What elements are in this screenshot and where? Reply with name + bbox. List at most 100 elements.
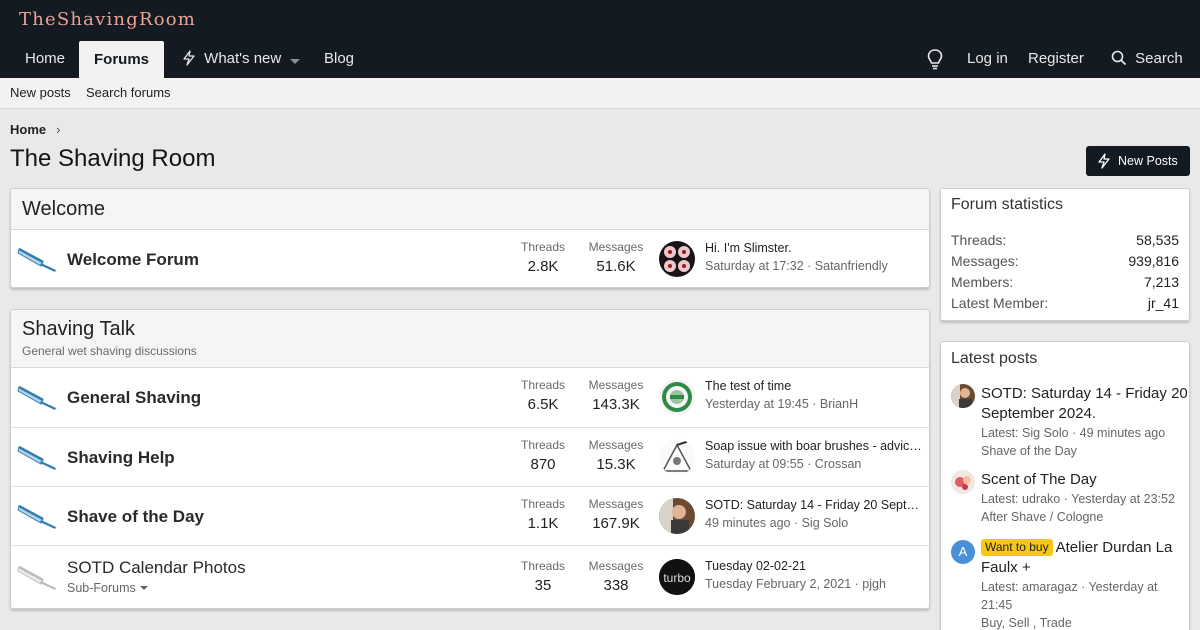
avatar[interactable] [951, 384, 975, 408]
last-post-time[interactable]: Tuesday February 2, 2021 [705, 577, 851, 591]
forum-title[interactable]: Shaving Help [67, 448, 175, 468]
last-post-time[interactable]: Yesterday at 19:45 [705, 397, 809, 411]
last-post-meta: 49 minutes ago · Sig Solo [705, 516, 849, 530]
latest-post-title[interactable]: Want to buy Atelier Durdan La Faulx + [981, 538, 1189, 578]
avatar[interactable] [659, 379, 695, 415]
latest-member-link[interactable]: jr_41 [1148, 295, 1179, 311]
category-title[interactable]: Welcome [22, 198, 105, 221]
bolt-icon [1098, 153, 1110, 169]
latest-post-forum[interactable]: Shave of the Day [981, 442, 1077, 460]
razor-icon [17, 445, 56, 470]
avatar[interactable]: A [951, 540, 975, 564]
new-posts-button-label: New Posts [1118, 154, 1178, 168]
forum-node[interactable]: Welcome Forum Threads 2.8K Messages 51.6… [11, 230, 929, 287]
messages-count: 51.6K [596, 258, 636, 275]
last-post-user[interactable]: Crossan [815, 457, 862, 471]
site-logo[interactable]: TheShavingRoom [19, 9, 196, 30]
search-link[interactable]: Search [1111, 40, 1183, 78]
new-posts-button[interactable]: New Posts [1086, 146, 1190, 176]
avatar-text: turbo [663, 571, 691, 585]
sub-forums-toggle[interactable]: Sub-Forums [67, 581, 149, 595]
want-to-buy-badge: Want to buy [981, 539, 1053, 556]
last-post-title[interactable]: SOTD: Saturday 14 - Friday 20 September … [705, 498, 923, 512]
threads-label: Threads [520, 378, 566, 392]
forum-title[interactable]: Shave of the Day [67, 507, 204, 527]
stat-threads: Threads: 58,535 [951, 232, 1179, 248]
forum-title[interactable]: SOTD Calendar Photos [67, 558, 246, 578]
search-label: Search [1135, 50, 1183, 67]
nav-forums[interactable]: Forums [79, 41, 165, 78]
latest-posts: Latest posts SOTD: Saturday 14 - Friday … [940, 341, 1190, 630]
last-post-title[interactable]: Hi. I'm Slimster. [705, 241, 923, 255]
forum-node[interactable]: SOTD Calendar Photos Sub-Forums Threads … [11, 545, 929, 608]
razor-icon [17, 565, 56, 590]
category-header: Welcome [11, 189, 929, 230]
threads-count: 870 [530, 456, 556, 473]
latest-post-user[interactable]: Sig Solo [1022, 426, 1069, 440]
stat-label: Latest Member: [951, 295, 1049, 311]
latest-post-user[interactable]: amaragaz [1022, 580, 1078, 594]
latest-post-title[interactable]: SOTD: Saturday 14 - Friday 20 September … [981, 384, 1189, 424]
category-title[interactable]: Shaving Talk [22, 318, 135, 341]
threads-label: Threads [520, 240, 566, 254]
threads-count: 35 [534, 577, 552, 594]
forum-node[interactable]: General Shaving Threads 6.5K Messages 14… [11, 368, 929, 427]
search-forums-link[interactable]: Search forums [86, 85, 171, 100]
breadcrumb-home[interactable]: Home [10, 122, 46, 137]
messages-count: 15.3K [596, 456, 636, 473]
forum-node[interactable]: Shaving Help Threads 870 Messages 15.3K … [11, 427, 929, 486]
latest-post-forum[interactable]: After Shave / Cologne [981, 508, 1103, 526]
stat-value: 939,816 [1128, 253, 1179, 269]
avatar[interactable] [951, 470, 975, 494]
avatar[interactable] [659, 439, 695, 475]
avatar[interactable]: turbo [659, 559, 695, 595]
nav-whats-new[interactable]: What's new [182, 40, 281, 78]
threads-label: Threads [520, 438, 566, 452]
last-post-time[interactable]: Saturday at 09:55 [705, 457, 804, 471]
last-post-user[interactable]: Satanfriendly [815, 259, 888, 273]
latest-prefix: Latest: [981, 492, 1022, 506]
avatar[interactable] [659, 498, 695, 534]
forum-node[interactable]: Shave of the Day Threads 1.1K Messages 1… [11, 486, 929, 545]
threads-count: 2.8K [527, 258, 559, 275]
stat-members: Members: 7,213 [951, 274, 1179, 290]
new-posts-link[interactable]: New posts [10, 85, 71, 100]
nav-blog[interactable]: Blog [324, 40, 354, 78]
last-post-meta: Saturday at 09:55 · Crossan [705, 457, 862, 471]
theme-toggle[interactable] [926, 40, 944, 78]
forum-title[interactable]: Welcome Forum [67, 250, 199, 270]
last-post-title[interactable]: The test of time [705, 379, 923, 393]
login-link[interactable]: Log in [967, 40, 1008, 78]
nav-home[interactable]: Home [25, 40, 65, 78]
latest-prefix: Latest: [981, 580, 1022, 594]
messages-label: Messages [588, 378, 644, 392]
category-welcome: Welcome Welcome Forum Threads 2.8K Messa… [10, 188, 930, 288]
search-icon [1111, 50, 1127, 66]
caret-down-icon [290, 59, 300, 64]
last-post-user[interactable]: Sig Solo [802, 516, 849, 530]
last-post-user[interactable]: pjgh [862, 577, 886, 591]
stat-label: Threads: [951, 232, 1007, 248]
last-post-time[interactable]: Saturday at 17:32 [705, 259, 804, 273]
razor-icon [17, 385, 56, 410]
register-link[interactable]: Register [1028, 40, 1084, 78]
avatar[interactable] [659, 241, 695, 277]
sub-forums-label: Sub-Forums [67, 581, 136, 595]
latest-post-forum[interactable]: Buy, Sell , Trade [981, 614, 1072, 630]
breadcrumb: Home › [10, 122, 60, 137]
latest-post-user[interactable]: udrako [1022, 492, 1060, 506]
last-post-user[interactable]: BrianH [820, 397, 858, 411]
whats-new-dropdown[interactable] [289, 40, 301, 78]
latest-post-time[interactable]: 49 minutes ago [1080, 426, 1165, 440]
stat-label: Members: [951, 274, 1014, 290]
last-post-title[interactable]: Soap issue with boar brushes - advice ne… [705, 439, 923, 453]
forum-title[interactable]: General Shaving [67, 388, 201, 408]
threads-label: Threads [520, 559, 566, 573]
messages-count: 338 [603, 577, 629, 594]
latest-post-title[interactable]: Scent of The Day [981, 470, 1189, 490]
widget-title: Latest posts [951, 350, 1038, 367]
last-post-title[interactable]: Tuesday 02-02-21 [705, 559, 923, 573]
chevron-right-icon: › [56, 122, 61, 137]
last-post-time[interactable]: 49 minutes ago [705, 516, 790, 530]
latest-post-time[interactable]: Yesterday at 23:52 [1071, 492, 1175, 506]
